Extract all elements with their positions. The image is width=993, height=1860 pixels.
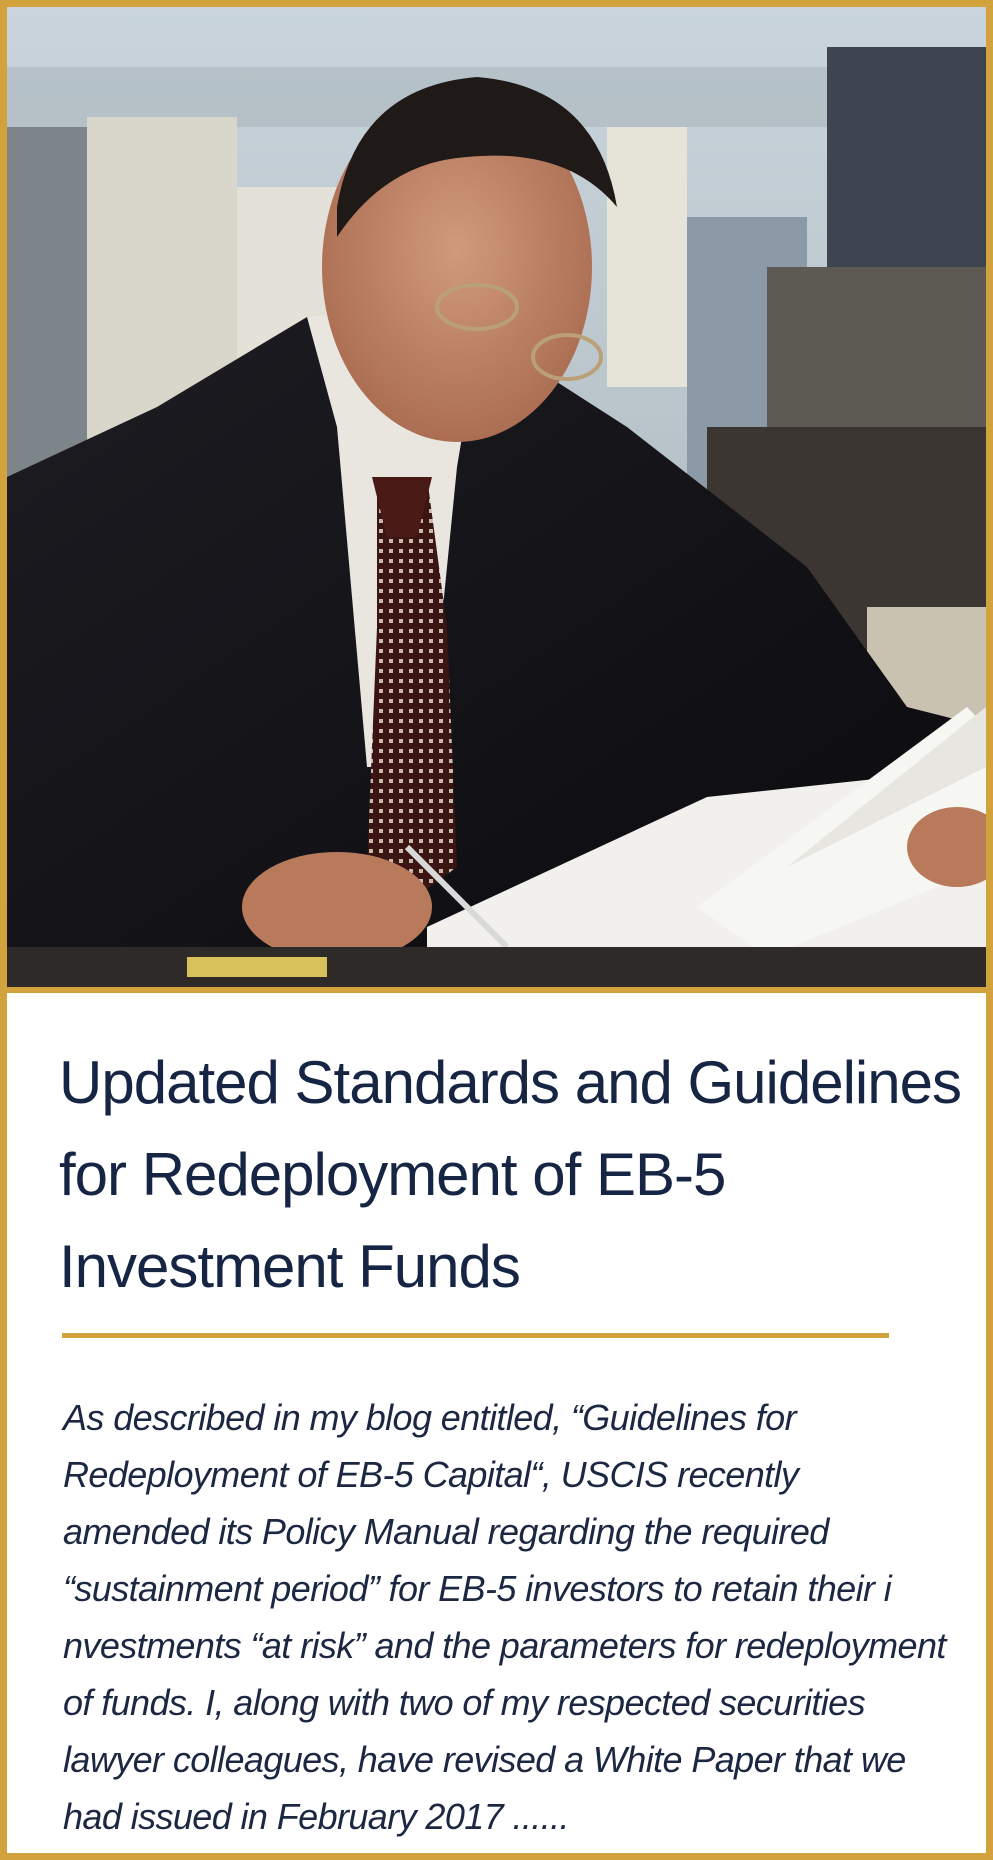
title-divider: [62, 1333, 889, 1338]
article-title[interactable]: Updated Standards and Guidelines for Red…: [59, 1037, 979, 1313]
hero-photo: [7, 7, 986, 987]
hero-image[interactable]: [7, 7, 986, 993]
excerpt-line: lawyer colleagues, have revised a White …: [63, 1739, 906, 1780]
title-line: for Redeployment of EB-5: [59, 1141, 726, 1208]
article-excerpt: As described in my blog entitled, “Guide…: [63, 1389, 963, 1845]
excerpt-line: “sustainment period” for EB-5 investors …: [63, 1568, 892, 1609]
excerpt-line: of funds. I, along with two of my respec…: [63, 1682, 866, 1723]
excerpt-line: amended its Policy Manual regarding the …: [63, 1511, 829, 1552]
title-line: Updated Standards and Guidelines: [59, 1049, 962, 1116]
title-line: Investment Funds: [59, 1233, 521, 1300]
excerpt-line: Redeployment of EB-5 Capital“, USCIS rec…: [63, 1454, 799, 1495]
excerpt-line: nvestments “at risk” and the parameters …: [63, 1625, 946, 1666]
excerpt-line: had issued in February 2017 ......: [63, 1796, 570, 1837]
excerpt-line: As described in my blog entitled, “Guide…: [63, 1397, 797, 1438]
article-card[interactable]: Updated Standards and Guidelines for Red…: [0, 0, 993, 1860]
